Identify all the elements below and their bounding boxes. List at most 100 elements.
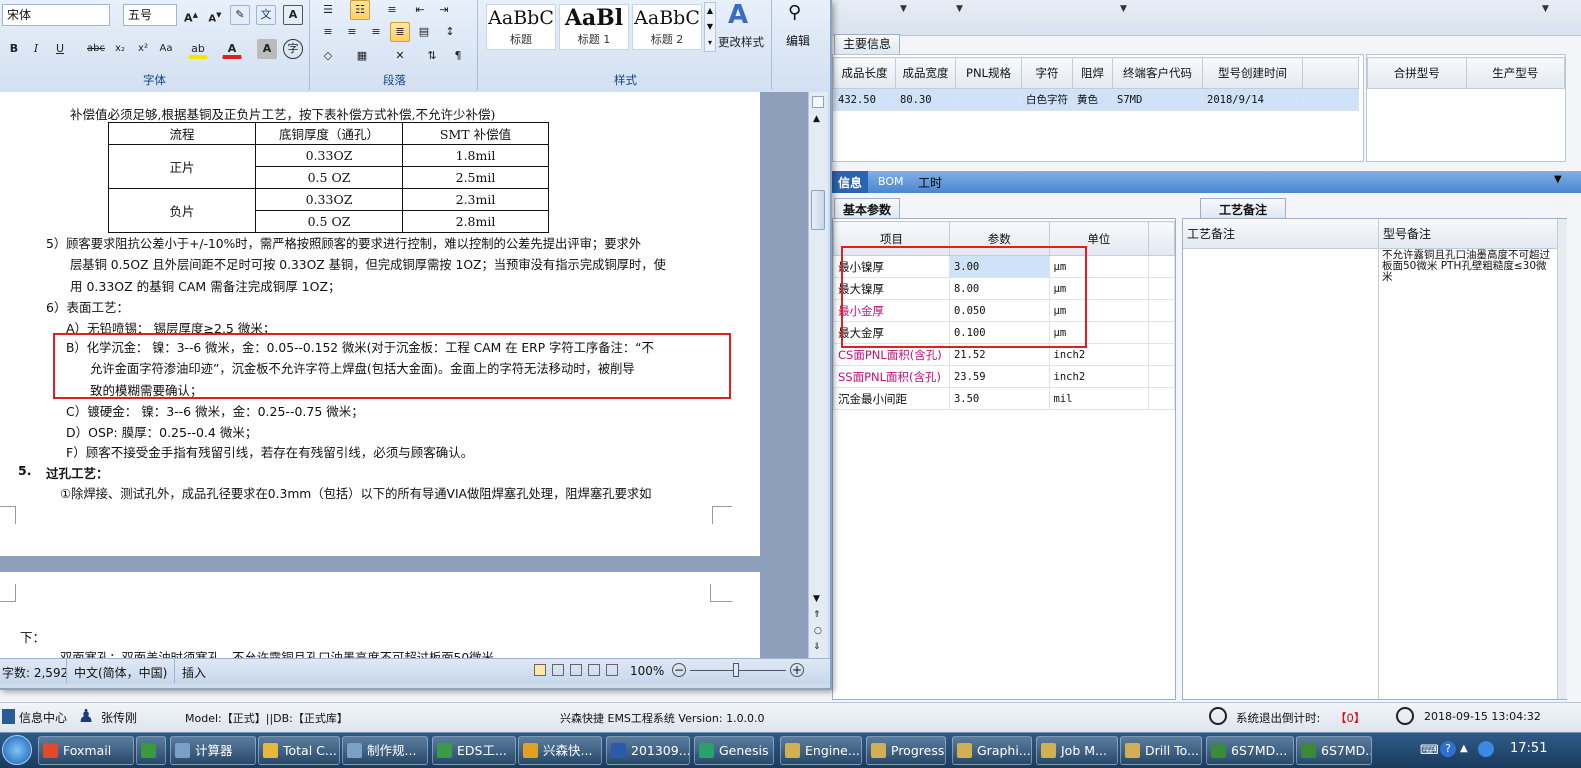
grid-header[interactable]: 字符 <box>1021 57 1073 89</box>
grid-header[interactable]: 终端客户代码 <box>1112 57 1203 89</box>
zoom-out-icon[interactable]: − <box>672 663 686 677</box>
scroll-thumb[interactable] <box>811 190 825 230</box>
language-indicator[interactable]: 中文(简体，中国) <box>74 664 167 681</box>
scroll-down-icon[interactable]: ▼ <box>813 594 820 604</box>
change-case-button[interactable]: Aa <box>156 39 176 59</box>
tab-process-remarks[interactable]: 工艺备注 <box>1200 198 1287 219</box>
grid-cell[interactable]: S7MD <box>1112 88 1203 111</box>
change-styles-button[interactable]: 更改样式 <box>718 34 764 50</box>
tab-info[interactable]: 信息 <box>832 171 869 193</box>
shading-icon[interactable]: ◇ <box>318 46 338 66</box>
highlight-color-button[interactable]: ab <box>188 39 208 59</box>
zoom-level[interactable]: 100% <box>630 664 664 678</box>
network-icon[interactable] <box>1478 741 1494 757</box>
prev-page-icon[interactable]: ⇑ <box>813 610 821 620</box>
document-area[interactable]: 补偿值必须足够,根据基铜及正负片工艺，按下表补偿方式补偿,不允许少补偿) 流程 … <box>0 92 808 658</box>
grid-cell[interactable]: 白色字符 <box>1021 88 1073 111</box>
align-left-icon[interactable]: ≡ <box>318 22 338 42</box>
underline-button[interactable]: U <box>50 39 70 59</box>
subscript-button[interactable]: x₂ <box>110 39 130 59</box>
scrollbar[interactable] <box>1557 219 1567 699</box>
sort-icon[interactable]: ⇅ <box>422 46 442 66</box>
info-center-link[interactable]: 信息中心 <box>19 709 67 726</box>
grid-header[interactable]: 成品宽度 <box>895 57 956 89</box>
document-page[interactable]: 补偿值必须足够,根据基铜及正负片工艺，按下表补偿方式补偿,不允许少补偿) 流程 … <box>0 92 760 556</box>
table-row[interactable]: 沉金最小间距 3.50 mil <box>833 387 1175 410</box>
taskbar-button[interactable]: EDS工... <box>432 736 516 765</box>
tray-expand-icon[interactable]: ▲ <box>1460 743 1468 754</box>
param-value[interactable]: 23.59 <box>948 365 1050 388</box>
phonetic-guide-icon[interactable]: 文 <box>256 5 276 25</box>
change-styles-icon[interactable]: A <box>728 0 748 30</box>
grid-header[interactable]: 生产型号 <box>1465 57 1565 89</box>
grid-header[interactable]: 型号创建时间 <box>1202 57 1303 89</box>
taskbar-button[interactable]: 计算器 <box>170 736 256 765</box>
bullets-icon[interactable]: ☰ <box>318 0 338 20</box>
grid-cell[interactable]: 432.50 <box>833 88 896 111</box>
strikethrough-button[interactable]: abc <box>84 39 108 59</box>
vertical-scrollbar[interactable]: ▲ ▼ ⇑ ○ ⇓ <box>808 92 828 658</box>
tab-bom[interactable]: BOM <box>878 175 904 188</box>
taskbar-button[interactable]: Job M... <box>1036 736 1118 765</box>
superscript-button[interactable]: x² <box>133 39 153 59</box>
borders-icon[interactable]: ▦ <box>352 46 372 66</box>
insert-mode-indicator[interactable]: 插入 <box>182 664 206 681</box>
grid-header[interactable]: 合拼型号 <box>1367 57 1467 89</box>
numbering-icon[interactable]: ☷ <box>350 0 370 20</box>
taskbar-button[interactable]: Genesis <box>694 736 774 765</box>
chinese-layout-icon[interactable]: ✕ <box>390 46 410 66</box>
taskbar-button[interactable]: 6S7MD... <box>1206 736 1294 765</box>
document-page[interactable]: 下： 双面塞孔：双面盖油时须塞孔，不允许露铜且孔口油墨高度不可超过板面50微米 <box>0 572 760 658</box>
dropdown-arrow-icon[interactable]: ▼ <box>1542 4 1549 14</box>
style-heading-2[interactable]: AaBbC 标题 2 <box>632 4 702 50</box>
italic-button[interactable]: I <box>26 39 46 59</box>
taskbar-button[interactable]: Foxmail <box>38 736 134 765</box>
taskbar-button[interactable]: 兴森快... <box>518 736 602 765</box>
align-center-icon[interactable]: ≡ <box>342 22 362 42</box>
taskbar-button[interactable]: Drill To... <box>1120 736 1202 765</box>
tab-basic-params[interactable]: 基本参数 <box>834 198 901 219</box>
print-layout-icon[interactable] <box>534 664 546 676</box>
char-shading-icon[interactable]: A <box>257 39 277 59</box>
next-page-icon[interactable]: ⇓ <box>813 642 821 652</box>
taskbar-button[interactable]: 201309... <box>606 736 690 765</box>
ruler-toggle-icon[interactable] <box>812 96 824 108</box>
zoom-in-icon[interactable]: + <box>790 663 804 677</box>
multilevel-list-icon[interactable]: ≡ <box>382 0 402 20</box>
grow-font-button[interactable]: A▲ <box>181 5 201 25</box>
taskbar-button[interactable]: Engine... <box>780 736 862 765</box>
dropdown-arrow-icon[interactable]: ▼ <box>956 4 963 14</box>
taskbar-button[interactable]: Total C... <box>258 736 340 765</box>
style-heading[interactable]: AaBbC 标题 <box>486 4 556 50</box>
decrease-indent-icon[interactable]: ⇤ <box>410 0 430 20</box>
taskbar-button[interactable]: 制作规... <box>342 736 428 765</box>
tab-work-hours[interactable]: 工时 <box>918 174 942 191</box>
clear-format-icon[interactable]: ✎ <box>230 5 250 25</box>
grid-cell[interactable]: 黄色 <box>1072 88 1113 111</box>
grid-cell[interactable] <box>955 88 1022 111</box>
web-layout-icon[interactable] <box>570 664 582 676</box>
distribute-icon[interactable]: ▤ <box>414 22 434 42</box>
outline-view-icon[interactable] <box>588 664 600 676</box>
shrink-font-button[interactable]: A▼ <box>205 5 225 25</box>
style-heading-1[interactable]: AaBl 标题 1 <box>559 4 629 50</box>
help-icon[interactable]: ? <box>1440 741 1456 757</box>
enclose-char-icon[interactable]: 字 <box>283 39 303 59</box>
edit-button[interactable]: 编辑 <box>786 32 810 49</box>
zoom-slider-thumb[interactable] <box>733 663 739 677</box>
binoculars-icon[interactable]: ⚲ <box>788 2 801 23</box>
draft-view-icon[interactable] <box>606 664 618 676</box>
align-right-icon[interactable]: ≡ <box>366 22 386 42</box>
font-color-button[interactable]: A <box>222 39 242 59</box>
grid-cell[interactable]: 2018/9/14 <box>1202 88 1303 111</box>
browse-object-icon[interactable]: ○ <box>814 626 822 636</box>
scroll-up-icon[interactable]: ▲ <box>813 114 820 124</box>
table-row[interactable]: 432.50 80.30 白色字符 黄色 S7MD 2018/9/14 <box>833 88 1359 111</box>
full-screen-reading-icon[interactable] <box>552 664 564 676</box>
increase-indent-icon[interactable]: ⇥ <box>434 0 454 20</box>
char-border-icon[interactable]: A <box>283 5 303 25</box>
taskbar-button[interactable]: Progress <box>866 736 946 765</box>
word-count[interactable]: 字数: 2,592 <box>2 664 68 681</box>
font-size-select[interactable]: 五号 <box>123 4 177 26</box>
grid-cell[interactable] <box>1302 88 1359 111</box>
